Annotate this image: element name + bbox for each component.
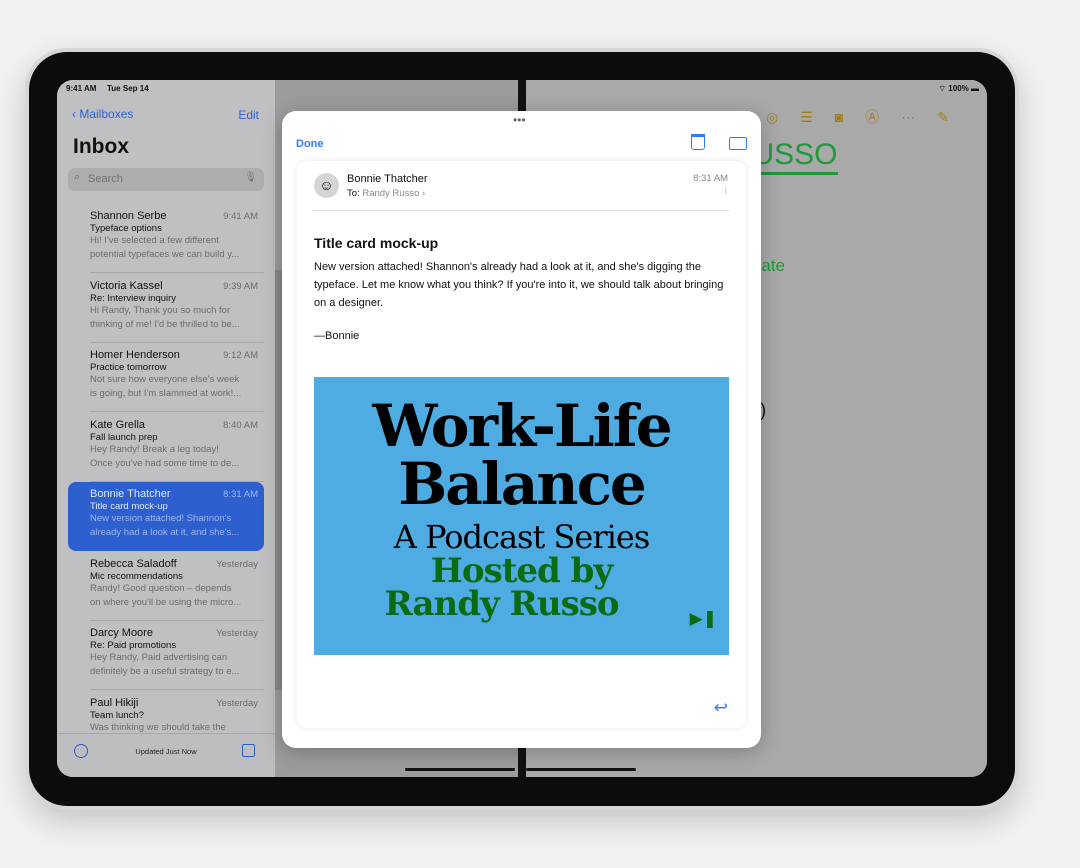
message-preview: Hey Randy, Paid advertising can bbox=[90, 652, 228, 663]
camera-icon[interactable]: ◙ bbox=[835, 109, 865, 125]
message-preview: Hey Randy! Break a leg today! bbox=[90, 443, 219, 455]
poster-line: Work-Life bbox=[372, 392, 672, 460]
message-subject: Typeface options bbox=[90, 223, 162, 234]
status-time: 9:41 AM bbox=[66, 84, 97, 93]
mail-sidebar: 9:41 AM Tue Sep 14 ‹ Mailboxes Edit Inbo… bbox=[57, 80, 275, 777]
search-placeholder: Search bbox=[88, 173, 123, 185]
avatar: ☺ bbox=[314, 173, 339, 198]
poster-line: A Podcast Series bbox=[393, 518, 650, 556]
done-button[interactable]: Done bbox=[296, 138, 324, 150]
battery-status: ⌔ 100% ▬ bbox=[938, 84, 979, 93]
message-card: ☺ Bonnie Thatcher To: Randy Russo › 8:31… bbox=[297, 161, 746, 728]
more-icon[interactable]: ⋯ bbox=[901, 109, 937, 125]
trash-icon[interactable] bbox=[691, 134, 705, 150]
checklist-icon[interactable]: ☰ bbox=[800, 109, 835, 125]
recipient-name: Randy Russo bbox=[362, 188, 420, 199]
message-preview: Once you've had some time to de... bbox=[90, 457, 240, 469]
sidebar-toolbar: Updated Just Now bbox=[57, 733, 275, 777]
chevron-right-icon: › bbox=[419, 188, 426, 199]
compose-icon[interactable]: ✎ bbox=[937, 109, 971, 125]
message-preview: Hi! I've selected a few different bbox=[90, 235, 219, 246]
microphone-icon[interactable]: 🎙 bbox=[244, 172, 257, 183]
message-subject: Practice tomorrow bbox=[90, 362, 167, 373]
message-signature: —Bonnie bbox=[314, 330, 360, 342]
window-grabber-icon[interactable]: ••• bbox=[513, 113, 526, 127]
page-title: Inbox bbox=[73, 135, 129, 158]
message-subject: Re: Interview inquiry bbox=[90, 292, 177, 304]
poster-line: Balance bbox=[398, 450, 647, 518]
message-preview: is going, but I'm slammed at work!... bbox=[90, 388, 242, 399]
message-time: Yesterday bbox=[216, 558, 258, 570]
message-time: 9:39 AM bbox=[223, 280, 258, 292]
message-time: 9:12 AM bbox=[223, 350, 258, 361]
message-preview: thinking of me! I'd be thrilled to be... bbox=[90, 318, 240, 330]
message-subject: Title card mock-up bbox=[314, 235, 439, 251]
back-label: Mailboxes bbox=[79, 107, 134, 121]
message-preview: New version attached! Shannon's bbox=[90, 513, 232, 524]
message-preview: on where you'll be using the micro... bbox=[90, 596, 242, 608]
search-input[interactable]: ⌕ Search 🎙 bbox=[68, 168, 264, 191]
message-list-item[interactable]: Victoria Kassel 9:39 AM Re: Interview in… bbox=[68, 274, 264, 343]
folder-icon[interactable] bbox=[729, 137, 747, 150]
message-preview: Hi Randy, Thank you so much for bbox=[90, 304, 231, 316]
markup-icon[interactable]: Ⓐ bbox=[865, 109, 901, 125]
message-list-item[interactable]: Rebecca Saladoff Yesterday Mic recommend… bbox=[68, 552, 264, 621]
attachment-image[interactable]: Work-Life Balance A Podcast Series Hoste… bbox=[314, 377, 729, 655]
message-time: 9:41 AM bbox=[223, 211, 258, 222]
share-icon[interactable]: ◎ bbox=[766, 109, 800, 125]
edit-button[interactable]: Edit bbox=[238, 108, 259, 122]
message-list-item[interactable]: Shannon Serbe 9:41 AM Typeface options H… bbox=[68, 204, 264, 273]
compose-stack-icon[interactable] bbox=[242, 744, 255, 757]
message-time: Yesterday bbox=[216, 697, 258, 709]
poster-line: Hosted by bbox=[430, 551, 613, 591]
message-time: 8:31 AM bbox=[223, 489, 258, 500]
mail-popup: ••• Done ☺ Bonnie Thatcher To: Randy Rus… bbox=[282, 111, 761, 748]
play-pause-icon[interactable]: ▶❚ bbox=[690, 609, 717, 629]
notes-toolbar: ◎☰◙Ⓐ⋯✎ bbox=[766, 107, 971, 127]
message-preview: potential typefaces we can build y... bbox=[90, 249, 240, 260]
sender-name: Bonnie Thatcher bbox=[347, 173, 428, 185]
search-icon: ⌕ bbox=[74, 171, 81, 183]
mailboxes-back-button[interactable]: ‹ Mailboxes bbox=[72, 107, 133, 121]
message-preview: definitely be a useful strategy to e... bbox=[90, 666, 240, 677]
message-time: 8:40 AM bbox=[223, 419, 258, 431]
message-body: New version attached! Shannon's already … bbox=[314, 261, 724, 309]
message-list-item[interactable]: Homer Henderson 9:12 AM Practice tomorro… bbox=[68, 343, 264, 412]
message-subject: Re: Paid promotions bbox=[90, 640, 177, 651]
message-time: 8:31 AM bbox=[693, 173, 728, 184]
home-indicator bbox=[526, 768, 636, 771]
message-preview: Not sure how everyone else's week bbox=[90, 374, 240, 385]
recipient-line[interactable]: To: Randy Russo › bbox=[347, 188, 425, 199]
reply-icon[interactable]: ↩ bbox=[714, 698, 728, 718]
message-time: Yesterday bbox=[216, 628, 258, 639]
message-subject: Fall launch prep bbox=[90, 431, 158, 443]
home-indicator bbox=[405, 768, 515, 771]
attachment-icon: ⌇ bbox=[723, 186, 728, 196]
poster-line: Randy Russo bbox=[384, 584, 619, 624]
message-preview: Randy! Good question – depends bbox=[90, 582, 232, 594]
message-subject: Title card mock-up bbox=[90, 501, 168, 512]
message-subject: Team lunch? bbox=[90, 709, 144, 721]
message-subject: Mic recommendations bbox=[90, 570, 183, 582]
message-list-item[interactable]: Darcy Moore Yesterday Re: Paid promotion… bbox=[68, 621, 264, 690]
message-list-item[interactable]: Kate Grella 8:40 AM Fall launch prep Hey… bbox=[68, 413, 264, 482]
status-date: Tue Sep 14 bbox=[107, 84, 149, 93]
to-label: To: bbox=[347, 188, 360, 199]
header-divider bbox=[312, 210, 729, 211]
battery-label: 100% bbox=[948, 84, 969, 93]
message-preview: already had a look at it, and she's... bbox=[90, 527, 240, 538]
message-list-item[interactable]: Bonnie Thatcher 8:31 AM Title card mock-… bbox=[68, 482, 264, 551]
